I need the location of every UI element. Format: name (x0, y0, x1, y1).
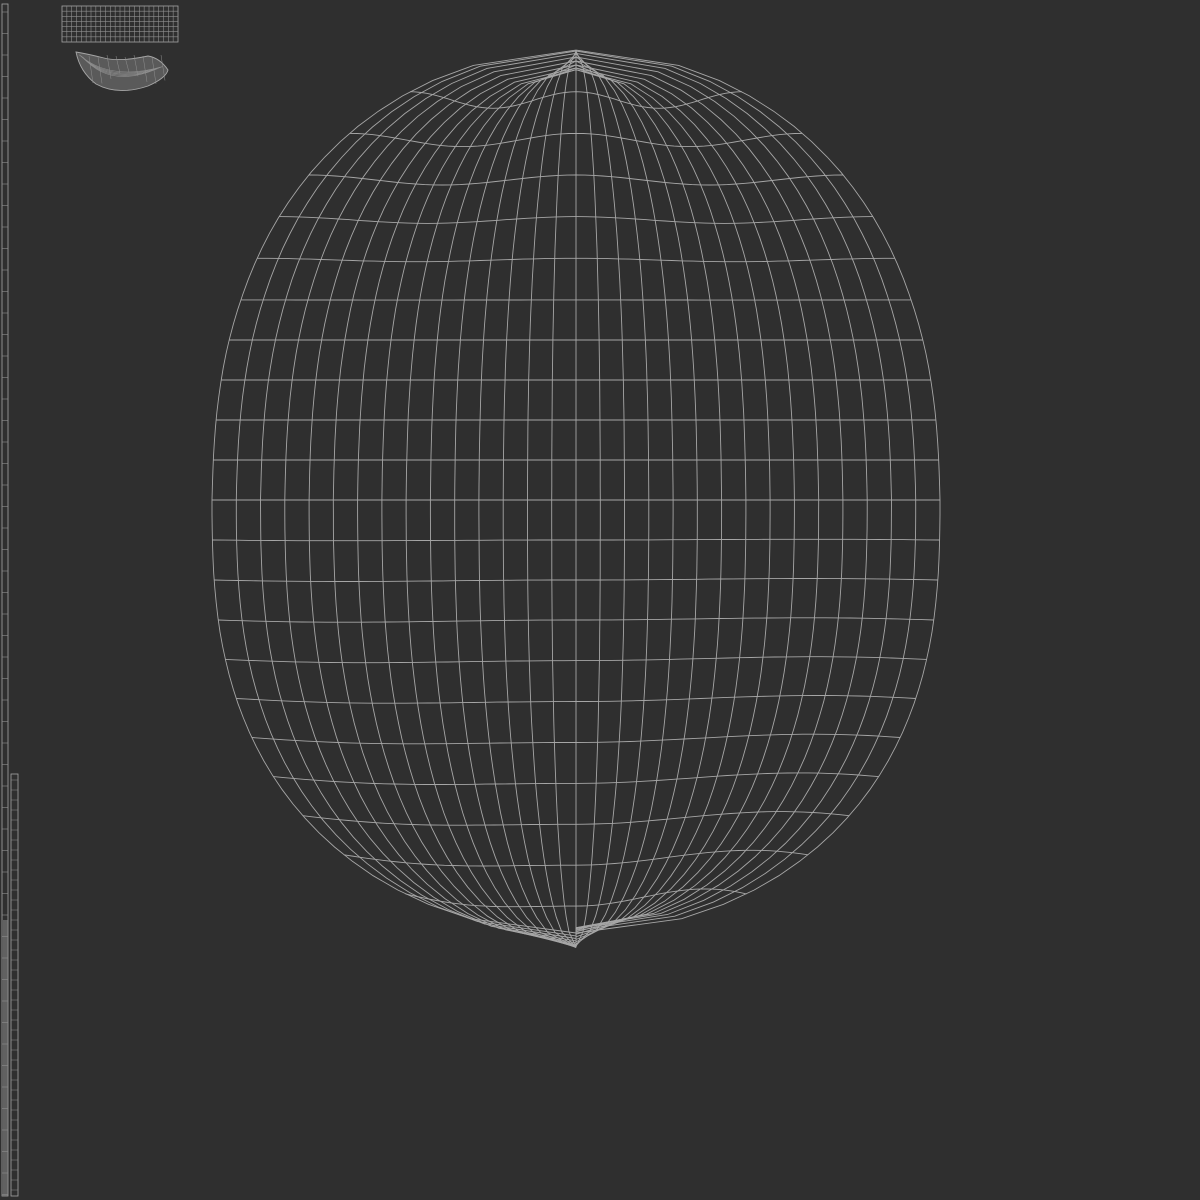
uv-layout-canvas (0, 0, 1200, 1200)
left-strip-dense-fill (3, 920, 8, 1196)
